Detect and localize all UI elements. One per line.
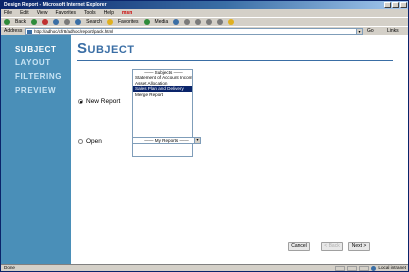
next-button[interactable]: Next > [348,242,370,251]
address-dropdown-icon[interactable]: ▾ [356,29,362,34]
forward-arrow-icon[interactable] [31,19,38,25]
open-label[interactable]: Open [86,138,102,145]
maximize-icon[interactable] [392,2,399,8]
search-icon[interactable] [75,19,82,25]
browser-window: Design Report - Microsoft Internet Explo… [0,0,409,272]
status-bar: Done Local intranet [1,264,408,271]
new-report-radio[interactable] [78,99,83,104]
intranet-globe-icon [371,265,377,271]
status-zone: Local intranet [335,265,406,271]
new-report-label[interactable]: New Report [86,98,120,105]
cancel-button[interactable]: Cancel [288,242,310,251]
address-url[interactable]: http://adhoc/cfr8/adhoc/report/pack.html [34,29,113,34]
nav-item-subject[interactable]: SUBJECT [15,45,57,54]
status-cell [359,265,370,271]
list-item-selected[interactable]: Sales Plan and Delivery [133,86,192,92]
minimize-icon[interactable] [384,2,391,8]
discuss-icon[interactable] [217,19,224,25]
menu-edit[interactable]: Edit [20,9,29,17]
home-icon[interactable] [64,19,71,25]
list-item[interactable]: Merge Report [133,92,192,97]
chevron-down-icon[interactable]: ▼ [194,138,200,143]
print-icon[interactable] [195,19,202,25]
page-icon [27,30,32,34]
refresh-icon[interactable] [53,19,60,25]
back-nav-button[interactable]: < Back [321,242,343,251]
standard-toolbar: Back Search Favorites Media [1,17,408,26]
stop-icon[interactable] [42,19,49,25]
open-radio[interactable] [78,139,83,144]
status-text: Done [4,265,15,270]
back-arrow-icon[interactable] [4,19,10,25]
menu-bar: File Edit View Favorites Tools Help msn [1,9,408,17]
close-icon[interactable] [400,2,407,8]
mail-icon[interactable] [184,19,191,25]
menu-help[interactable]: Help [104,9,114,17]
edit-page-icon[interactable] [206,19,213,25]
page-title: Subject [77,40,135,57]
my-reports-value: —— My Reports —— [144,138,189,143]
nav-item-layout[interactable]: LAYOUT [15,58,51,67]
menu-favorites[interactable]: Favorites [55,9,76,17]
msn-logo[interactable]: msn [122,9,132,17]
nav-item-preview[interactable]: PREVIEW [15,86,56,95]
window-title: Design Report - Microsoft Internet Explo… [4,2,107,8]
history-icon[interactable] [173,19,180,25]
menu-tools[interactable]: Tools [84,9,96,17]
nav-item-filtering[interactable]: FILTERING [15,72,62,81]
messenger-icon[interactable] [228,19,235,25]
title-bar: Design Report - Microsoft Internet Explo… [1,1,408,9]
status-cell [335,265,346,271]
address-bar: Address http://adhoc/cfr8/adhoc/report/p… [1,26,408,35]
media-icon[interactable] [143,19,150,25]
zone-label: Local intranet [378,265,406,270]
window-controls [384,2,407,8]
address-label: Address [4,28,23,34]
page-content: SUBJECT LAYOUT FILTERING PREVIEW Subject… [1,35,408,264]
title-divider [77,60,393,61]
wizard-sidebar: SUBJECT LAYOUT FILTERING PREVIEW [1,35,71,264]
address-field[interactable]: http://adhoc/cfr8/adhoc/report/pack.html… [25,28,363,35]
my-reports-select[interactable]: —— My Reports —— ▼ [132,137,201,144]
favorites-star-icon[interactable] [106,19,113,25]
menu-view[interactable]: View [37,9,48,17]
menu-file[interactable]: File [4,9,12,17]
status-cell [347,265,358,271]
